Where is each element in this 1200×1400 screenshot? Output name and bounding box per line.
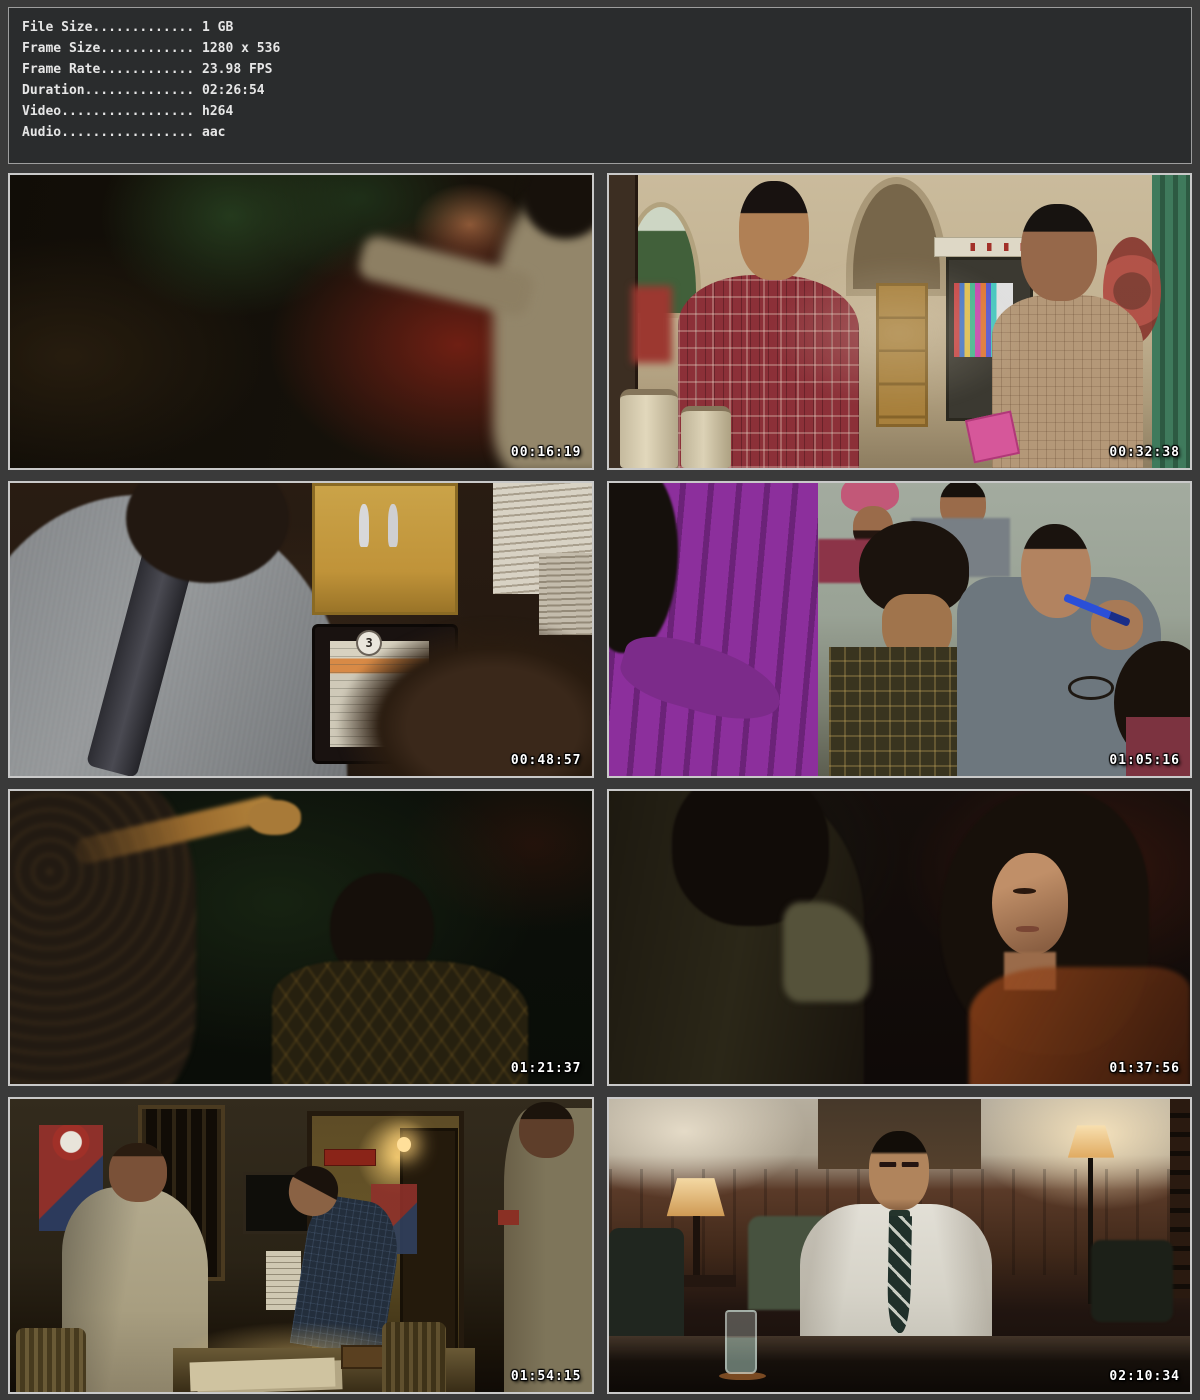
wicker-chair-left <box>16 1328 86 1392</box>
screenshot-thumb-5[interactable]: 01:21:37 <box>8 789 594 1086</box>
golden-hand <box>248 800 300 835</box>
checked-shoulder <box>272 961 528 1084</box>
scene-railway-station <box>609 175 1191 468</box>
woman-lit-face <box>992 853 1068 956</box>
media-info-audio-codec: Audio................. aac <box>22 122 1178 143</box>
screenshot-thumb-3[interactable]: 3 00:48:57 <box>8 481 594 778</box>
water-glass <box>725 1310 757 1374</box>
scene-dark-embrace <box>10 791 592 1084</box>
yellow-cabinet <box>312 483 457 615</box>
timestamp-overlay: 01:21:37 <box>511 1061 582 1076</box>
wicker-chair-right <box>382 1322 446 1392</box>
cabinet-spoon <box>388 504 398 548</box>
policeman-right-head <box>519 1102 574 1158</box>
desk-papers <box>190 1357 336 1391</box>
scene-police-station <box>10 1099 592 1392</box>
media-info-frame-size: Frame Size............ 1280 x 536 <box>22 38 1178 59</box>
table-lamp-stand <box>693 1216 700 1278</box>
glass-jar <box>620 389 678 468</box>
dark-table <box>609 1336 1191 1392</box>
timestamp-overlay: 01:54:15 <box>511 1369 582 1384</box>
page: { "colors": { "page_bg": "#3a3a3a", "pan… <box>0 7 1200 1400</box>
policeman-left-head <box>109 1143 167 1202</box>
bracelet <box>1068 676 1115 699</box>
woman-eye <box>1013 888 1036 894</box>
bookshelf-edge <box>1170 1099 1190 1298</box>
screenshot-thumb-4[interactable]: 01:05:16 <box>607 481 1193 778</box>
screenshot-thumb-7[interactable]: 01:54:15 <box>8 1097 594 1394</box>
white-shirt-man-head <box>869 1131 929 1210</box>
woman-lips <box>1016 926 1039 932</box>
green-lattice <box>1152 175 1190 468</box>
media-info-file-size: File Size............. 1 GB <box>22 17 1178 38</box>
timestamp-overlay: 00:16:19 <box>511 445 582 460</box>
timestamp-overlay: 00:48:57 <box>511 753 582 768</box>
scene-tearful-conversation <box>609 791 1191 1084</box>
chair-right <box>1091 1240 1172 1322</box>
media-info-frame-rate: Frame Rate............ 23.98 FPS <box>22 59 1178 80</box>
glass-jar-small <box>681 406 730 468</box>
timestamp-overlay: 02:10:34 <box>1109 1369 1180 1384</box>
tan-check-shirt-man-head <box>1021 204 1097 301</box>
shoulder-patch <box>498 1210 518 1225</box>
screenshot-thumb-2[interactable]: 00:32:38 <box>607 173 1193 470</box>
scene-interview-room <box>609 1099 1191 1392</box>
paper-stack-small <box>539 553 591 635</box>
media-info-panel: File Size............. 1 GB Frame Size..… <box>8 7 1192 164</box>
screenshot-thumb-1[interactable]: 00:16:19 <box>8 173 594 470</box>
cabinet-spoon <box>359 504 369 548</box>
timestamp-overlay: 01:37:56 <box>1109 1061 1180 1076</box>
armchair-left <box>609 1228 685 1339</box>
timestamp-overlay: 00:32:38 <box>1109 445 1180 460</box>
timestamp-overlay: 01:05:16 <box>1109 753 1180 768</box>
red-bus-hint <box>632 286 673 362</box>
red-sign <box>324 1149 376 1167</box>
scene-night-struggle <box>10 175 592 468</box>
media-info-duration: Duration.............. 02:26:54 <box>22 80 1178 101</box>
screenshot-grid: 00:16:19 00:32:38 <box>8 173 1192 1394</box>
scene-exam-hall <box>609 483 1191 776</box>
scene-office-desk: 3 <box>10 483 592 776</box>
screenshot-thumb-6[interactable]: 01:37:56 <box>607 789 1193 1086</box>
media-info-video-codec: Video................. h264 <box>22 101 1178 122</box>
haze-overlay <box>771 257 1027 409</box>
striped-tie <box>887 1216 912 1334</box>
white-shirt-man-eyes <box>879 1162 919 1167</box>
hanging-bulb <box>397 1137 411 1152</box>
screenshot-thumb-8[interactable]: 02:10:34 <box>607 1097 1193 1394</box>
